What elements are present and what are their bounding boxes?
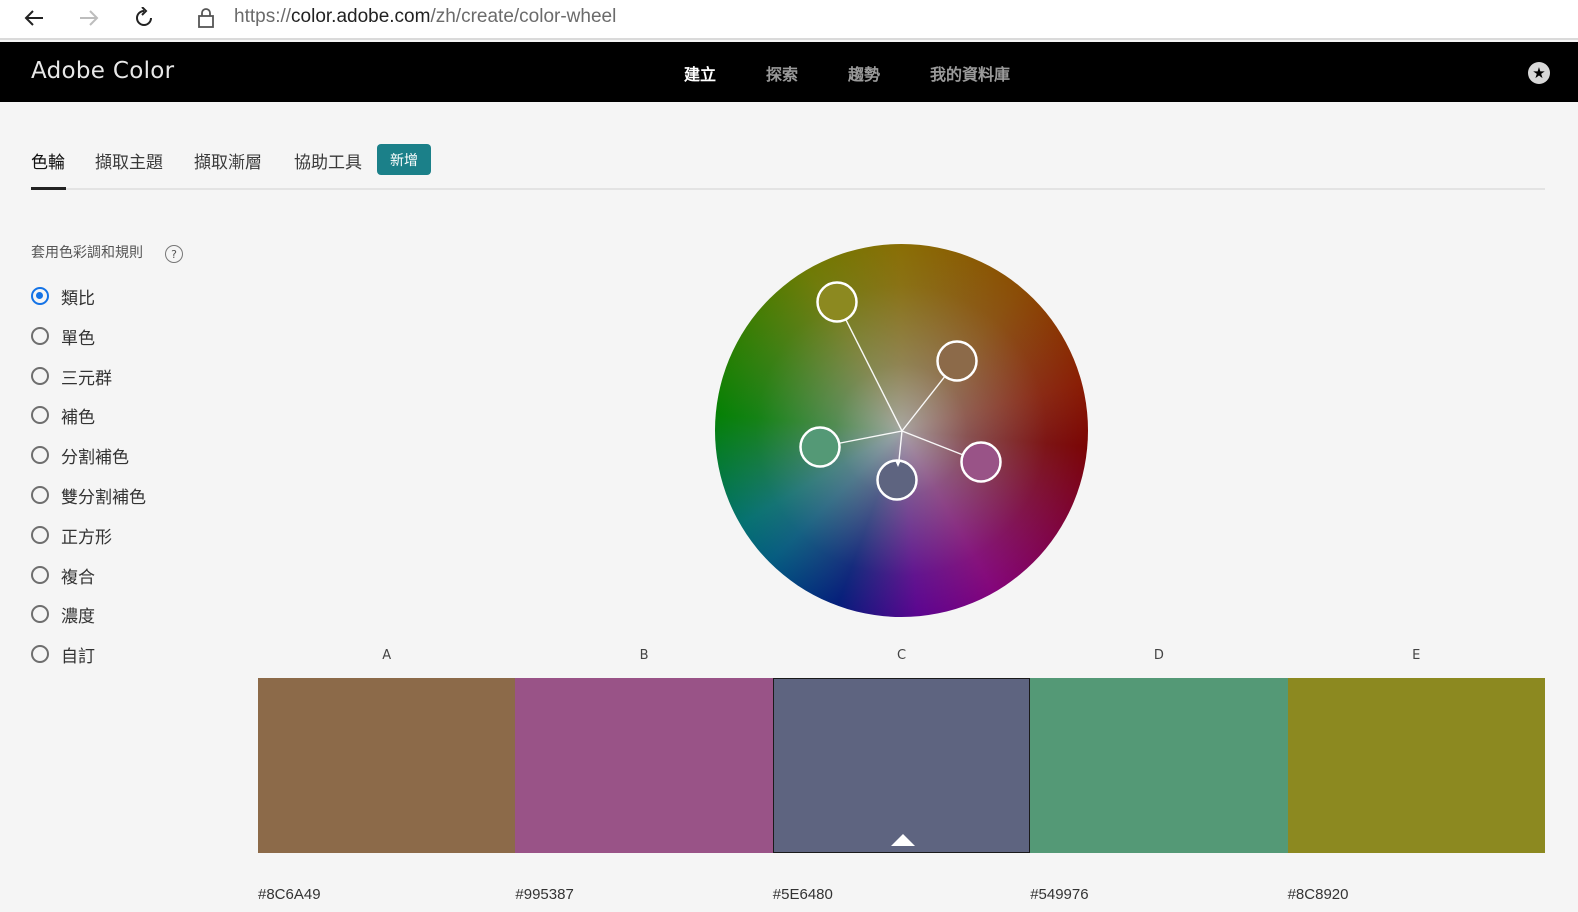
color-wheel-handles <box>799 281 1002 501</box>
url-text: https://color.adobe.com/zh/create/color-… <box>234 6 617 27</box>
forward-arrow-icon[interactable] <box>73 4 105 32</box>
rule-complementary[interactable]: 補色 <box>31 403 146 443</box>
rule-shades[interactable]: 濃度 <box>31 602 146 642</box>
hex-values: #8C6A49 #995387 #5E6480 #549976 #8C8920 <box>258 886 1545 910</box>
radio-icon[interactable] <box>31 485 49 504</box>
reload-icon[interactable] <box>128 4 160 32</box>
swatch-labels: A B C D E <box>258 648 1545 668</box>
rule-custom[interactable]: 自訂 <box>31 642 146 682</box>
radio-selected-icon[interactable] <box>31 287 49 305</box>
harmony-rules-list: 類比 單色 三元群 補色 分割補色 雙分割補色 正方形 複合 濃度 自訂 <box>31 284 146 682</box>
color-wheel[interactable] <box>715 244 1088 617</box>
radio-icon[interactable] <box>31 446 49 465</box>
tab-color-wheel[interactable]: 色輪 <box>31 148 65 173</box>
address-bar[interactable]: https://color.adobe.com/zh/create/color-… <box>178 0 1578 38</box>
harmony-rules-title: 套用色彩調和規則 <box>31 245 143 261</box>
rule-split-complementary[interactable]: 分割補色 <box>31 443 146 483</box>
nav-create[interactable]: 建立 <box>684 61 716 85</box>
color-handle-b[interactable] <box>960 441 1002 483</box>
color-handle-a[interactable] <box>936 340 978 382</box>
main-nav: 建立 探索 趨勢 我的資料庫 <box>684 61 1060 85</box>
hex-value-b[interactable]: #995387 <box>515 886 573 903</box>
radio-icon[interactable] <box>31 645 49 664</box>
app-header: Adobe Color 建立 探索 趨勢 我的資料庫 ★ <box>0 42 1578 102</box>
hex-value-d[interactable]: #549976 <box>1030 886 1088 903</box>
hex-value-c[interactable]: #5E6480 <box>773 886 833 903</box>
color-handle-e[interactable] <box>816 281 858 323</box>
radio-icon[interactable] <box>31 605 49 624</box>
radio-icon[interactable] <box>31 525 49 544</box>
back-arrow-icon[interactable] <box>18 4 50 32</box>
lock-icon <box>196 7 216 33</box>
nav-my-library[interactable]: 我的資料庫 <box>930 61 1010 85</box>
swatch-label-a: A <box>382 648 392 663</box>
tab-accessibility-tools[interactable]: 協助工具 <box>294 148 362 173</box>
hex-value-a[interactable]: #8C6A49 <box>258 886 321 903</box>
swatch-label-d: D <box>1153 648 1164 663</box>
swatch-c[interactable] <box>772 678 1031 853</box>
swatch-label-c: C <box>896 648 907 663</box>
color-handle-c-base[interactable] <box>876 459 918 501</box>
radio-icon[interactable] <box>31 565 49 584</box>
handle-line-e <box>836 301 903 432</box>
hex-value-e[interactable]: #8C8920 <box>1288 886 1349 903</box>
tab-extract-theme[interactable]: 擷取主題 <box>95 148 163 173</box>
nav-trends[interactable]: 趨勢 <box>848 61 880 85</box>
rule-double-split-complementary[interactable]: 雙分割補色 <box>31 483 146 523</box>
new-badge: 新增 <box>377 144 431 175</box>
nav-explore[interactable]: 探索 <box>766 61 798 85</box>
rule-monochromatic[interactable]: 單色 <box>31 324 146 364</box>
radio-icon[interactable] <box>31 326 49 345</box>
help-icon[interactable]: ? <box>165 245 183 263</box>
browser-toolbar: https://color.adobe.com/zh/create/color-… <box>0 0 1578 40</box>
rule-triad[interactable]: 三元群 <box>31 364 146 404</box>
tab-extract-gradient[interactable]: 擷取漸層 <box>194 148 262 173</box>
radio-icon[interactable] <box>31 406 49 425</box>
swatch-e[interactable] <box>1287 678 1545 853</box>
rule-compound[interactable]: 複合 <box>31 563 146 603</box>
radio-icon[interactable] <box>31 366 49 385</box>
profile-star-icon[interactable]: ★ <box>1528 62 1550 84</box>
active-tab-underline <box>31 187 66 190</box>
create-subtabs: 色輪 擷取主題 擷取漸層 協助工具 新增 <box>31 142 1545 190</box>
swatch-label-e: E <box>1412 648 1421 663</box>
color-handle-d[interactable] <box>799 426 841 468</box>
swatch-a[interactable] <box>258 678 516 853</box>
swatch-d[interactable] <box>1030 678 1288 853</box>
swatch-label-b: B <box>639 648 649 663</box>
rule-analogous[interactable]: 類比 <box>31 284 146 324</box>
swatch-b[interactable] <box>515 678 773 853</box>
rule-square[interactable]: 正方形 <box>31 523 146 563</box>
base-color-triangle-icon <box>890 834 915 846</box>
color-swatches <box>258 678 1545 853</box>
brand-logo-text[interactable]: Adobe Color <box>31 58 174 84</box>
